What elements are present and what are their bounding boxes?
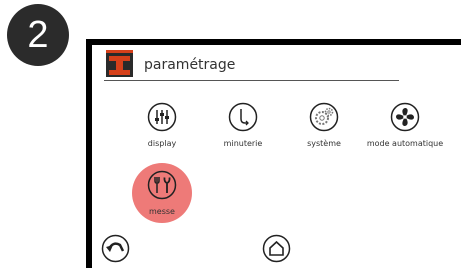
clock-icon bbox=[228, 102, 258, 132]
menu-item-minuterie[interactable]: minuterie bbox=[198, 102, 288, 148]
sliders-icon bbox=[147, 102, 177, 132]
back-arrow-icon[interactable] bbox=[101, 234, 130, 263]
menu-item-label: système bbox=[307, 139, 341, 148]
app-logo-icon bbox=[106, 50, 133, 77]
menu-item-messe[interactable]: messe bbox=[117, 170, 207, 216]
menu-item-label: minuterie bbox=[223, 139, 263, 148]
menu-item-mode-automatique[interactable]: mode automatique bbox=[360, 102, 450, 148]
page-title: paramétrage bbox=[144, 57, 236, 73]
tools-icon bbox=[147, 170, 177, 200]
menu-item-label: messe bbox=[149, 207, 175, 216]
settings-screen: paramétrage display minuterie système mo… bbox=[92, 45, 461, 268]
header-divider bbox=[104, 80, 399, 81]
gear-icon bbox=[309, 102, 339, 132]
home-icon[interactable] bbox=[262, 234, 291, 263]
fan-icon bbox=[390, 102, 420, 132]
menu-item-label: display bbox=[147, 139, 177, 148]
menu-item-display[interactable]: display bbox=[117, 102, 207, 148]
step-number-badge: 2 bbox=[7, 4, 69, 66]
screen-header: paramétrage bbox=[92, 45, 461, 87]
menu-item-label: mode automatique bbox=[366, 139, 444, 148]
menu-item-systeme[interactable]: système bbox=[279, 102, 369, 148]
